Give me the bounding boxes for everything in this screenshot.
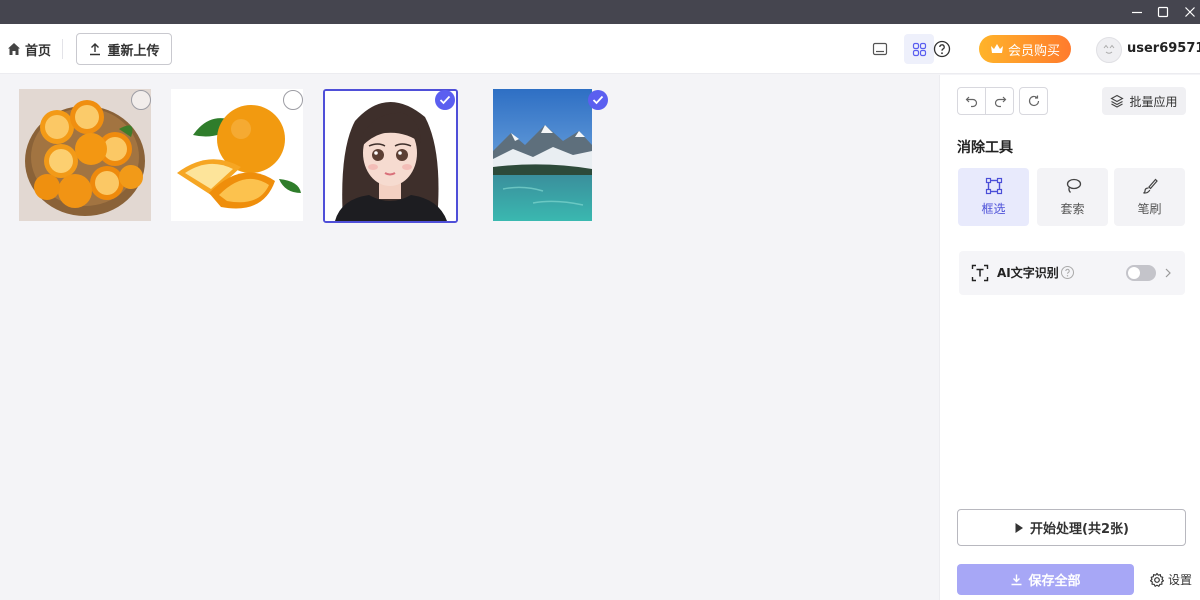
select-checkbox-checked[interactable]: [588, 90, 608, 110]
section-title: 消除工具: [957, 140, 1013, 156]
vip-label: 会员购买: [1007, 43, 1060, 59]
redo-icon: [994, 96, 1006, 108]
settings-button[interactable]: 设置: [1149, 564, 1192, 595]
help-icon: [933, 40, 951, 58]
mountain-lake-image: [493, 89, 592, 221]
undo-icon: [965, 96, 977, 108]
check-icon: [439, 95, 451, 105]
select-checkbox-checked[interactable]: [435, 90, 455, 110]
top-toolbar: 首页 重新上传 会员购买 user695713: [0, 24, 1200, 74]
start-processing-label: 开始处理(共2张): [1030, 522, 1129, 537]
reupload-button[interactable]: 重新上传: [76, 33, 172, 65]
orange-basket-image: [19, 89, 151, 221]
image-thumbnail[interactable]: [323, 89, 458, 223]
toolbar-divider: [62, 39, 63, 59]
avatar[interactable]: [1096, 37, 1122, 63]
minimize-button[interactable]: [1123, 0, 1151, 24]
gear-icon: [1149, 572, 1165, 587]
vip-purchase-button[interactable]: 会员购买: [979, 35, 1071, 63]
image-thumbnail[interactable]: [493, 89, 611, 223]
tool-box-select[interactable]: 框选: [958, 168, 1029, 226]
tool-label: 套索: [1060, 202, 1085, 216]
download-icon: [1011, 574, 1022, 586]
reupload-label: 重新上传: [107, 43, 160, 59]
ai-text-recognition-label: AI文字识别: [997, 266, 1059, 280]
batch-apply-button[interactable]: 批量应用: [1102, 87, 1186, 115]
save-all-button[interactable]: 保存全部: [957, 564, 1134, 595]
refresh-icon: [1028, 95, 1039, 107]
cartoon-girl-picture: [325, 91, 456, 221]
ai-text-recognition-toggle[interactable]: [1126, 265, 1156, 281]
crown-icon: [990, 44, 1003, 53]
redo-button[interactable]: [985, 87, 1014, 115]
single-view-button[interactable]: [865, 34, 895, 64]
batch-apply-label: 批量应用: [1129, 94, 1178, 109]
tool-lasso[interactable]: 套索: [1037, 168, 1108, 226]
window-title-bar: [0, 0, 1200, 24]
start-processing-button[interactable]: 开始处理(共2张): [957, 509, 1186, 546]
chevron-right-icon[interactable]: [1162, 264, 1174, 282]
lasso-icon: [1066, 178, 1081, 193]
right-panel: 批量应用 消除工具 框选 套索 笔刷 AI文字识别 开始处理(共2张) 保存全部…: [939, 75, 1200, 600]
mountain-lake-picture: [493, 89, 592, 221]
image-thumbnail[interactable]: [19, 89, 151, 223]
select-checkbox[interactable]: [283, 90, 303, 110]
minimize-icon: [1132, 11, 1142, 14]
home-label: 首页: [25, 43, 52, 59]
close-button[interactable]: [1176, 0, 1200, 24]
grid-view-button[interactable]: [904, 34, 934, 64]
close-icon: [1185, 7, 1195, 17]
user-avatar-icon: [1103, 44, 1115, 54]
undo-button[interactable]: [957, 87, 986, 115]
image-thumbnail[interactable]: [171, 89, 303, 223]
single-view-icon: [872, 42, 888, 56]
maximize-button[interactable]: [1149, 0, 1177, 24]
cartoon-girl-image: [323, 89, 458, 223]
orange-slices-image: [171, 89, 303, 221]
settings-label: 设置: [1168, 573, 1193, 587]
select-checkbox[interactable]: [131, 90, 151, 110]
username[interactable]: user695713: [1127, 24, 1200, 74]
grid-view-icon: [912, 42, 926, 56]
check-icon: [592, 95, 604, 105]
save-all-label: 保存全部: [1028, 574, 1081, 589]
tool-label: 框选: [981, 202, 1006, 216]
maximize-icon: [1157, 6, 1169, 18]
help-icon[interactable]: [1060, 265, 1075, 280]
text-scan-icon: [971, 264, 989, 282]
image-gallery: [0, 75, 939, 600]
home-button[interactable]: 首页: [7, 24, 51, 74]
help-button[interactable]: [932, 39, 952, 59]
orange-basket-picture: [19, 89, 151, 221]
box-select-icon: [985, 177, 1002, 195]
home-icon: [8, 43, 20, 55]
brush-icon: [1142, 178, 1158, 194]
tool-brush[interactable]: 笔刷: [1114, 168, 1185, 226]
tool-label: 笔刷: [1137, 202, 1162, 216]
ai-text-recognition-row[interactable]: AI文字识别: [959, 251, 1185, 295]
play-icon: [1015, 522, 1024, 533]
orange-slices-picture: [171, 89, 303, 221]
reset-button[interactable]: [1019, 87, 1048, 115]
upload-icon: [90, 43, 101, 56]
layers-icon: [1110, 94, 1125, 108]
